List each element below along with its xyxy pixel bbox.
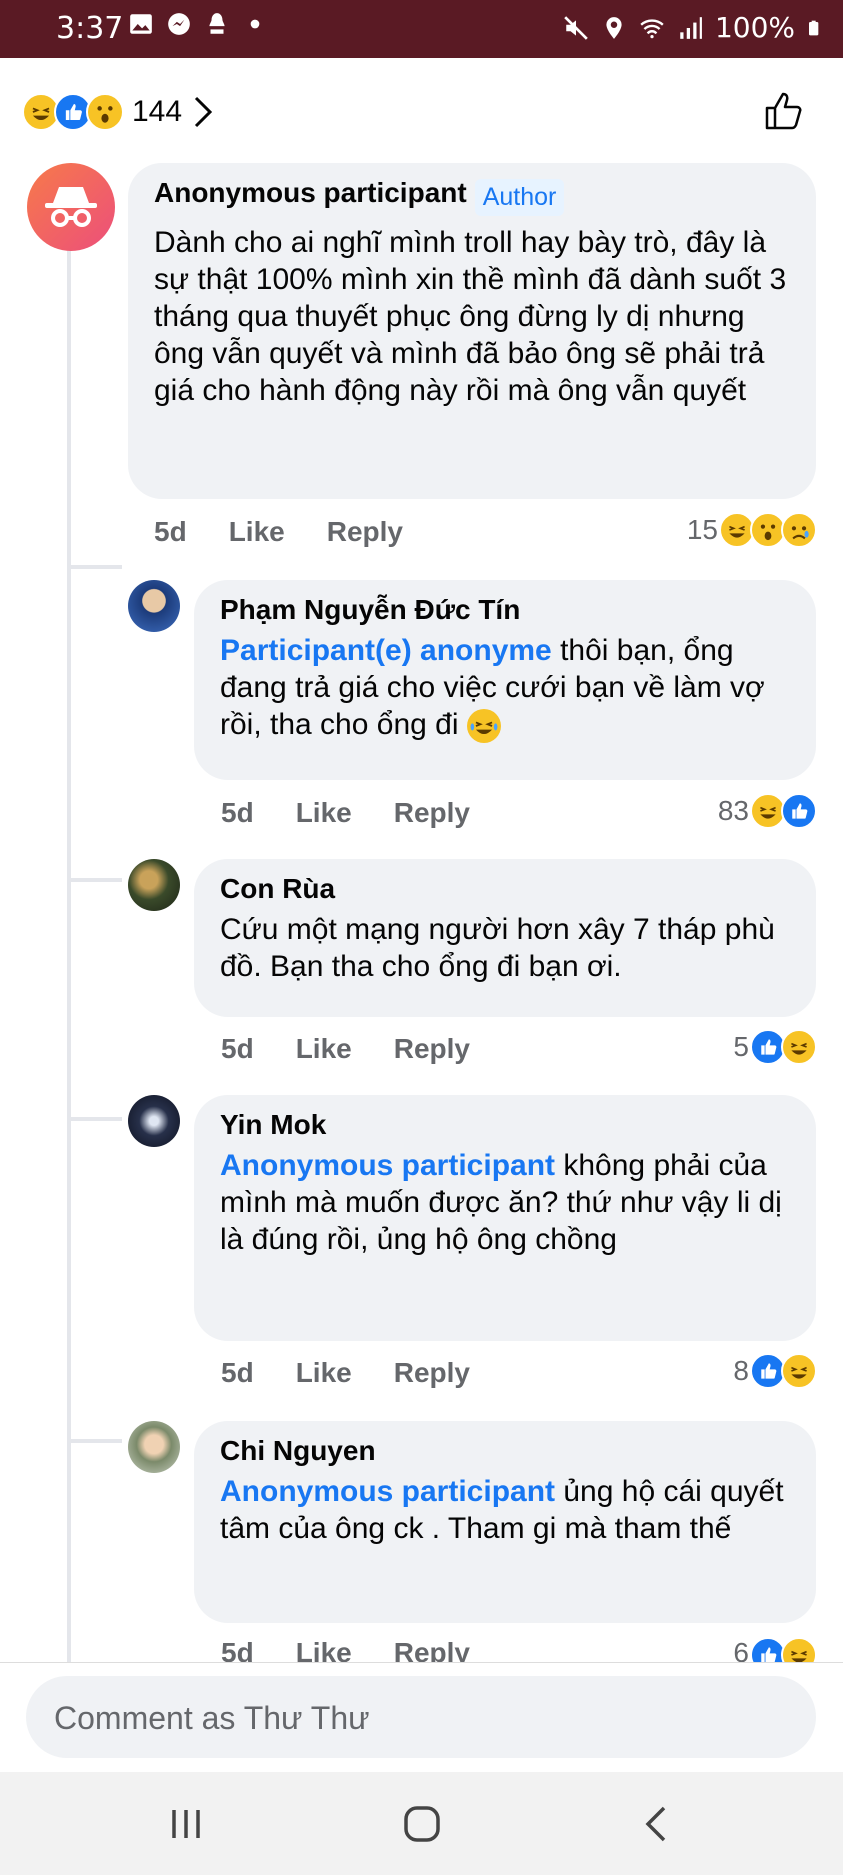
comment-text: Cứu một mạng người hơn xây 7 tháp phù đồ… bbox=[220, 913, 775, 983]
battery-percent: 100% bbox=[714, 11, 795, 44]
thread-connector bbox=[67, 565, 122, 569]
wifi-icon bbox=[640, 18, 664, 38]
battery-icon bbox=[809, 20, 819, 35]
comment-bubble: Yin Mok Anonymous participant không phải… bbox=[194, 1095, 816, 1341]
like-button[interactable]: Like bbox=[229, 516, 285, 548]
avatar[interactable] bbox=[27, 163, 115, 251]
comment-author-name[interactable]: Chi Nguyen bbox=[220, 1435, 790, 1467]
comment-author-name[interactable]: Anonymous participant bbox=[154, 177, 467, 208]
comment-author-name[interactable]: Phạm Nguyễn Đức Tín bbox=[220, 594, 790, 626]
comment-time: 5d bbox=[221, 1637, 254, 1662]
reaction-count: 6 bbox=[733, 1637, 749, 1662]
reaction-count: 83 bbox=[717, 795, 749, 826]
like-button[interactable]: Like bbox=[296, 797, 352, 829]
messenger-icon bbox=[168, 13, 190, 35]
comment-actions: 5d Like Reply bbox=[221, 1033, 512, 1065]
comment-reactions[interactable]: 83 bbox=[718, 793, 817, 829]
comment-actions: 5d Like Reply bbox=[154, 516, 445, 548]
comment-author-name[interactable]: Con Rùa bbox=[220, 873, 790, 905]
status-time: 3:37 bbox=[56, 11, 124, 46]
author-badge: Author bbox=[474, 179, 565, 217]
like-button[interactable]: Like bbox=[296, 1357, 352, 1389]
status-bar: 3:37 100% bbox=[0, 0, 843, 58]
reaction-count: 15 bbox=[686, 514, 718, 545]
comment-reactions[interactable]: 6 bbox=[733, 1637, 817, 1662]
haha-reaction-icon bbox=[781, 1353, 817, 1389]
comment-input[interactable] bbox=[52, 1676, 796, 1760]
reply-button[interactable]: Reply bbox=[394, 1637, 470, 1662]
system-nav-bar bbox=[0, 1772, 843, 1875]
mention-link[interactable]: Anonymous participant bbox=[220, 1149, 555, 1182]
comment-bubble: Con Rùa Cứu một mạng người hơn xây 7 thá… bbox=[194, 859, 816, 1017]
like-thumb-icon[interactable] bbox=[761, 88, 807, 134]
reply-button[interactable]: Reply bbox=[394, 1033, 470, 1065]
wow-reaction-icon bbox=[86, 93, 124, 131]
comment-reactions[interactable]: 15 bbox=[687, 512, 817, 548]
comment-actions: 5d Like Reply bbox=[221, 1357, 512, 1389]
mute-icon bbox=[564, 15, 588, 40]
thread-connector bbox=[67, 878, 122, 882]
like-reaction-icon bbox=[781, 793, 817, 829]
haha-reaction-icon bbox=[781, 1637, 817, 1662]
haha-emoji-icon bbox=[466, 709, 501, 744]
comment-composer bbox=[0, 1662, 843, 1773]
recent-apps-icon[interactable] bbox=[162, 1800, 210, 1848]
reaction-count: 5 bbox=[733, 1031, 749, 1062]
reactions-count: 144 bbox=[132, 95, 183, 128]
thread-line bbox=[67, 248, 71, 1662]
comment-time: 5d bbox=[154, 516, 187, 547]
reactions-summary[interactable]: 144 bbox=[22, 88, 214, 136]
comment-bubble: Anonymous participant Author Dành cho ai … bbox=[128, 163, 816, 499]
sad-reaction-icon bbox=[781, 512, 817, 548]
comment-time: 5d bbox=[221, 1357, 254, 1388]
avatar[interactable] bbox=[128, 580, 180, 632]
comment-actions: 5d Like Reply bbox=[221, 797, 512, 829]
signal-icon bbox=[680, 16, 702, 39]
haha-reaction-icon bbox=[781, 1029, 817, 1065]
like-button[interactable]: Like bbox=[296, 1637, 352, 1662]
comment-bubble: Phạm Nguyễn Đức Tín Participant(e) anony… bbox=[194, 580, 816, 780]
mention-link[interactable]: Anonymous participant bbox=[220, 1475, 555, 1508]
comment-time: 5d bbox=[221, 797, 254, 828]
reply-button[interactable]: Reply bbox=[327, 516, 403, 548]
avatar[interactable] bbox=[128, 1095, 180, 1147]
avatar[interactable] bbox=[128, 859, 180, 911]
comment-input-container bbox=[26, 1676, 816, 1760]
avatar[interactable] bbox=[128, 1421, 180, 1473]
comment-time: 5d bbox=[221, 1033, 254, 1064]
comment-bubble: Chi Nguyen Anonymous participant ủng hộ … bbox=[194, 1421, 816, 1623]
mention-link[interactable]: Participant(e) anonyme bbox=[220, 634, 552, 667]
comment-actions: 5d Like Reply bbox=[221, 1637, 512, 1662]
reaction-count: 8 bbox=[733, 1355, 749, 1386]
like-button[interactable]: Like bbox=[296, 1033, 352, 1065]
incognito-icon bbox=[45, 187, 97, 227]
back-icon[interactable] bbox=[634, 1800, 682, 1848]
comment-text: Dành cho ai nghĩ mình troll hay bày trò,… bbox=[154, 226, 787, 408]
dot-icon bbox=[250, 19, 260, 29]
gallery-icon bbox=[130, 14, 152, 34]
home-icon[interactable] bbox=[398, 1800, 446, 1848]
thread-connector bbox=[67, 1439, 122, 1443]
notification-app-icon bbox=[209, 13, 225, 34]
reply-button[interactable]: Reply bbox=[394, 1357, 470, 1389]
thread-connector bbox=[67, 1117, 122, 1121]
reply-button[interactable]: Reply bbox=[394, 797, 470, 829]
comment-author-name[interactable]: Yin Mok bbox=[220, 1109, 790, 1141]
chevron-right-icon bbox=[195, 96, 213, 128]
comment-reactions[interactable]: 5 bbox=[733, 1029, 817, 1065]
location-icon bbox=[606, 16, 622, 39]
comment-reactions[interactable]: 8 bbox=[733, 1353, 817, 1389]
